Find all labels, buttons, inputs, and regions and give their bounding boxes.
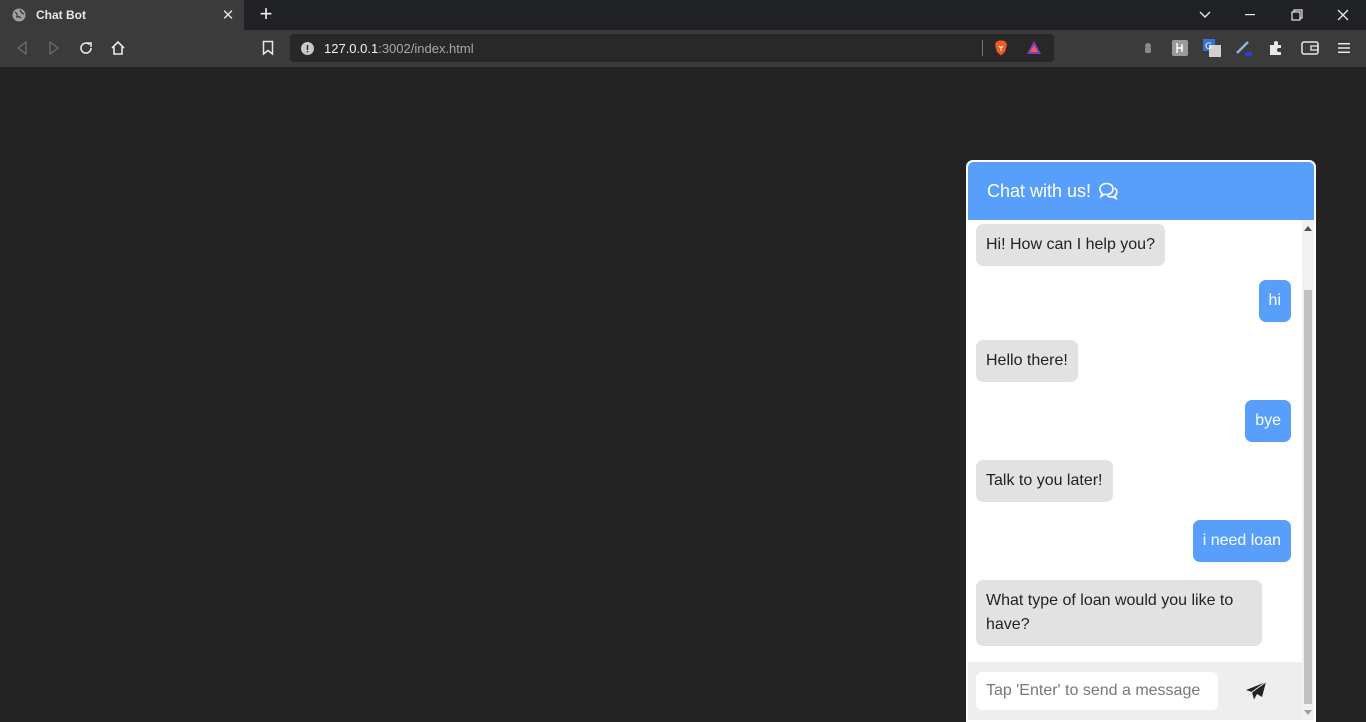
bot-message: Talk to you later! — [976, 460, 1113, 502]
translate-icon[interactable]: G — [1203, 39, 1221, 57]
address-bar-divider — [982, 40, 983, 56]
extension-icon-1[interactable] — [1139, 39, 1157, 57]
extension-icon-2[interactable] — [1171, 39, 1189, 57]
user-message: bye — [1245, 400, 1291, 442]
browser-toolbar: 127.0.0.1:3002/index.html G — [0, 30, 1366, 67]
back-icon[interactable] — [12, 38, 32, 58]
bookmark-icon[interactable] — [258, 38, 278, 58]
browser-tab[interactable]: Chat Bot ✕ — [0, 0, 244, 30]
user-message: hi — [1258, 280, 1291, 322]
reload-icon[interactable] — [76, 38, 96, 58]
send-button[interactable] — [1244, 680, 1268, 702]
chat-widget: Chat with us! Hi! How can I help you? hi… — [966, 160, 1316, 722]
brave-rewards-icon[interactable] — [1026, 40, 1042, 61]
minimize-icon[interactable] — [1240, 0, 1260, 30]
bot-message: Hi! How can I help you? — [976, 224, 1165, 266]
paper-plane-icon — [1246, 681, 1267, 700]
forward-icon[interactable] — [44, 38, 64, 58]
brave-shields-icon[interactable] — [994, 40, 1008, 61]
scroll-down-arrow-icon[interactable] — [1304, 710, 1312, 715]
user-message: i need loan — [1192, 520, 1291, 562]
extension-pen-icon[interactable] — [1235, 39, 1253, 57]
message-scrollbar[interactable] — [1302, 220, 1314, 720]
site-info-icon[interactable] — [301, 41, 314, 55]
scroll-up-arrow-icon[interactable] — [1304, 226, 1312, 231]
bot-message: Hello there! — [976, 340, 1078, 382]
message-composer — [968, 662, 1302, 720]
extensions-puzzle-icon[interactable] — [1267, 39, 1285, 57]
home-icon[interactable] — [108, 38, 128, 58]
url-path: :3002/index.html — [378, 40, 474, 56]
url-host: 127.0.0.1 — [324, 40, 379, 56]
tab-search-icon[interactable] — [1195, 0, 1215, 30]
scrollbar-thumb[interactable] — [1304, 290, 1312, 704]
menu-icon[interactable] — [1335, 39, 1353, 57]
chat-header: Chat with us! — [968, 162, 1314, 220]
message-list[interactable]: Hi! How can I help you? hi Hello there! … — [968, 220, 1314, 662]
tab-title: Chat Bot — [36, 8, 86, 22]
wallet-icon[interactable] — [1301, 39, 1319, 57]
address-bar[interactable]: 127.0.0.1:3002/index.html — [290, 34, 1054, 62]
close-window-icon[interactable] — [1333, 0, 1353, 30]
new-tab-button[interactable]: + — [256, 3, 276, 26]
close-tab-icon[interactable]: ✕ — [220, 6, 236, 24]
globe-icon — [12, 8, 26, 22]
comments-icon — [1098, 182, 1118, 200]
chat-title: Chat with us! — [987, 180, 1092, 201]
restore-icon[interactable] — [1287, 0, 1307, 30]
svg-text:G: G — [1205, 42, 1212, 52]
bot-message: What type of loan would you like to have… — [976, 580, 1262, 646]
browser-tab-strip: Chat Bot ✕ + — [0, 0, 1366, 30]
message-input[interactable] — [976, 672, 1218, 710]
